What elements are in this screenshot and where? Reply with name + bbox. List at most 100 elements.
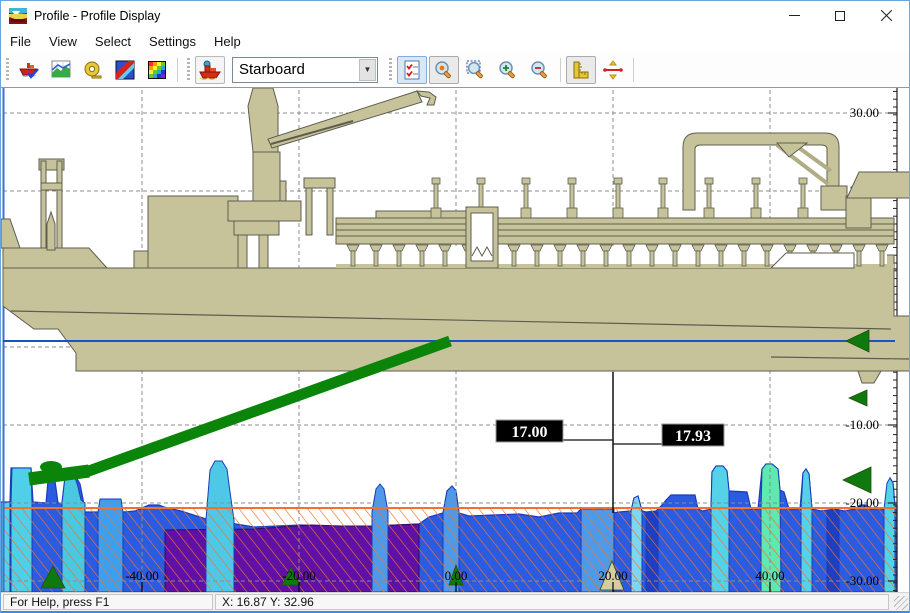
side-select-value: Starboard bbox=[233, 61, 359, 78]
velocity-plot-icon bbox=[115, 60, 135, 80]
crane-boom bbox=[268, 91, 422, 148]
profile-canvas[interactable]: 30.0020.0010.000.00-10.00-20.00-30.00 bbox=[1, 88, 910, 592]
checklist-icon bbox=[403, 60, 421, 80]
left-marker-low bbox=[843, 467, 871, 493]
maximize-button[interactable] bbox=[817, 1, 863, 30]
forecastle bbox=[3, 248, 107, 268]
zoom-out-icon bbox=[530, 60, 550, 80]
deck-post-base bbox=[751, 208, 761, 218]
deck-post-cap bbox=[522, 178, 530, 184]
measure-line-icon bbox=[602, 60, 624, 80]
velocity-plot-button[interactable] bbox=[110, 56, 140, 84]
resize-grip[interactable] bbox=[894, 596, 908, 610]
ship-check-button[interactable] bbox=[14, 56, 44, 84]
status-bar: For Help, press F1 X: 16.87 Y: 32.96 bbox=[1, 592, 909, 611]
colonnade-column bbox=[742, 251, 746, 266]
matrix-plot-icon bbox=[147, 60, 167, 80]
deck-post-cap bbox=[614, 178, 622, 184]
colonnade-column bbox=[604, 251, 608, 266]
x-axis-label: -40.00 bbox=[125, 568, 159, 583]
zoom-out-button[interactable] bbox=[525, 56, 555, 84]
colonnade-column bbox=[857, 251, 861, 266]
draghead-hump bbox=[40, 461, 62, 473]
deck-post-cap bbox=[752, 178, 760, 184]
profile-plot[interactable]: 30.0020.0010.000.00-10.00-20.00-30.00 bbox=[1, 88, 910, 592]
zoom-select-button[interactable] bbox=[429, 56, 459, 84]
ruler-icon bbox=[571, 60, 591, 80]
y-axis-label: 30.00 bbox=[850, 105, 879, 120]
zoom-in-icon bbox=[498, 60, 518, 80]
status-help: For Help, press F1 bbox=[3, 594, 213, 610]
hull bbox=[3, 255, 910, 371]
colonnade-column bbox=[535, 251, 539, 266]
tugboat-icon bbox=[198, 60, 222, 80]
deck-post-base bbox=[658, 208, 668, 218]
colonnade-column bbox=[650, 251, 654, 266]
bow-bulwark bbox=[1, 219, 20, 248]
app-window: Profile - Profile Display File View Sele… bbox=[0, 0, 910, 613]
close-button[interactable] bbox=[863, 1, 909, 30]
y-axis-label: -20.00 bbox=[845, 495, 879, 510]
colonnade-column bbox=[512, 251, 516, 266]
tape-measure-button[interactable] bbox=[78, 56, 108, 84]
colonnade-column bbox=[719, 251, 723, 266]
toolbar-separator bbox=[560, 58, 561, 82]
skeg bbox=[858, 371, 881, 383]
colonnade-column bbox=[880, 251, 884, 266]
stern-davit bbox=[847, 172, 910, 198]
deck-post-base bbox=[613, 208, 623, 218]
menu-settings[interactable]: Settings bbox=[140, 32, 205, 51]
toolbar-separator bbox=[633, 58, 634, 82]
tugboat-button[interactable] bbox=[195, 56, 225, 84]
depth-value: 17.93 bbox=[675, 428, 711, 445]
deck-post-cap bbox=[432, 178, 440, 184]
toolbar-grip[interactable] bbox=[186, 58, 191, 82]
x-axis-label: 0.00 bbox=[445, 568, 468, 583]
chevron-down-icon[interactable]: ▼ bbox=[359, 59, 376, 81]
deck-post-cap bbox=[659, 178, 667, 184]
colonnade-column bbox=[627, 251, 631, 266]
deck-post-base bbox=[798, 208, 808, 218]
deck-post-base bbox=[704, 208, 714, 218]
x-axis-label: 40.00 bbox=[755, 568, 784, 583]
colonnade-column bbox=[397, 251, 401, 266]
colonnade-column bbox=[765, 251, 769, 266]
colonnade-column bbox=[581, 251, 585, 266]
ship-check-icon bbox=[18, 60, 40, 80]
menu-view[interactable]: View bbox=[40, 32, 86, 51]
app-icon bbox=[9, 8, 27, 24]
y-axis-label: -10.00 bbox=[845, 417, 879, 432]
toolbar: Starboard ▼ bbox=[1, 52, 909, 88]
deck-post-cap bbox=[799, 178, 807, 184]
ruler-button[interactable] bbox=[566, 56, 596, 84]
status-coordinates: X: 16.87 Y: 32.96 bbox=[215, 594, 889, 610]
colonnade-column bbox=[351, 251, 355, 266]
minimize-button[interactable] bbox=[771, 1, 817, 30]
colonnade-column bbox=[443, 251, 447, 266]
menu-file[interactable]: File bbox=[1, 32, 40, 51]
zoom-in-button[interactable] bbox=[493, 56, 523, 84]
toolbar-grip[interactable] bbox=[388, 58, 393, 82]
colonnade-column bbox=[673, 251, 677, 266]
x-axis-label: -20.00 bbox=[282, 568, 316, 583]
checklist-button[interactable] bbox=[397, 56, 427, 84]
aft-arch bbox=[683, 133, 839, 210]
zoom-window-icon bbox=[466, 60, 486, 80]
title-bar: Profile - Profile Display bbox=[1, 0, 909, 30]
deck-post-base bbox=[431, 208, 441, 218]
x-axis-label: 20.00 bbox=[598, 568, 627, 583]
menu-select[interactable]: Select bbox=[86, 32, 140, 51]
menu-bar: File View Select Settings Help bbox=[1, 30, 909, 52]
deck-post-cap bbox=[568, 178, 576, 184]
colonnade-column bbox=[696, 251, 700, 266]
menu-help[interactable]: Help bbox=[205, 32, 250, 51]
measure-line-button[interactable] bbox=[598, 56, 628, 84]
matrix-plot-button[interactable] bbox=[142, 56, 172, 84]
profile-chart-button[interactable] bbox=[46, 56, 76, 84]
deck-post-cap bbox=[477, 178, 485, 184]
draghead bbox=[29, 471, 89, 479]
toolbar-grip[interactable] bbox=[5, 58, 10, 82]
tape-measure-icon bbox=[83, 60, 103, 80]
zoom-window-button[interactable] bbox=[461, 56, 491, 84]
side-select-combobox[interactable]: Starboard ▼ bbox=[232, 57, 378, 83]
